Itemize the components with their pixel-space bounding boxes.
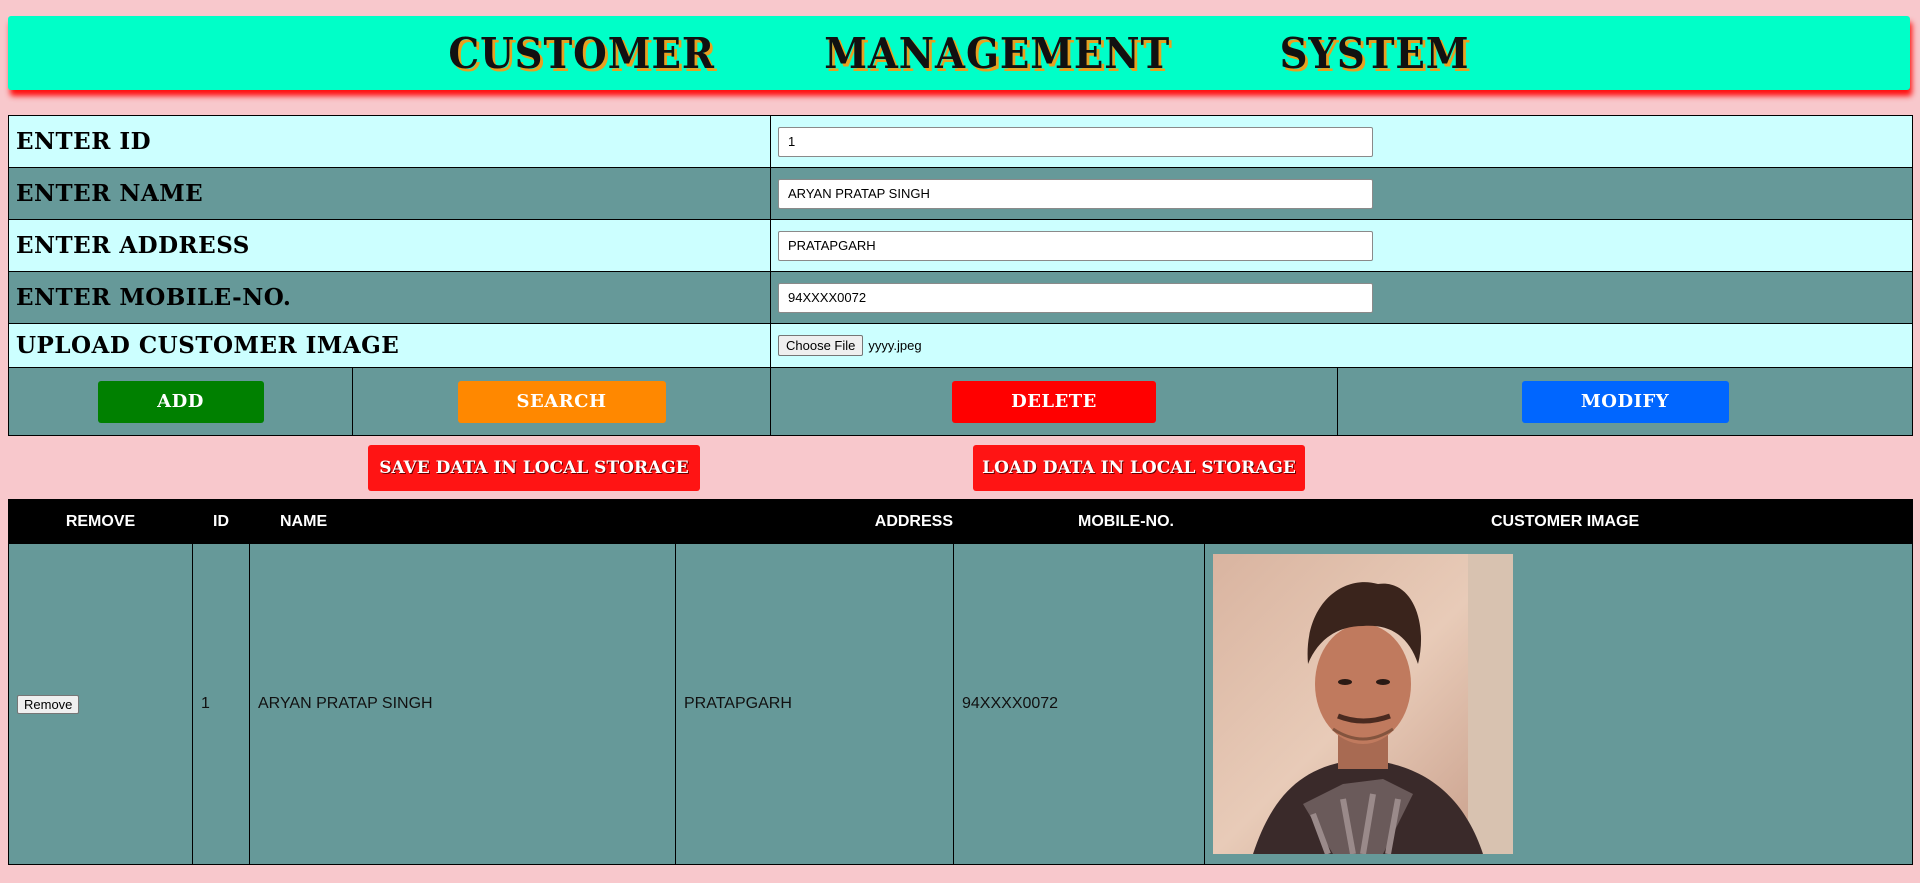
column-header-customer-image: CUSTOMER IMAGE	[1204, 499, 1913, 544]
column-header-name: NAME	[249, 499, 676, 544]
remove-cell: Remove	[8, 543, 193, 865]
address-cell: PRATAPGARH	[675, 543, 954, 865]
column-header-remove: REMOVE	[8, 499, 193, 544]
name-cell: ARYAN PRATAP SINGH	[249, 543, 676, 865]
id-cell: 1	[192, 543, 250, 865]
search-button[interactable]: SEARCH	[457, 380, 666, 423]
save-local-storage-button[interactable]: SAVE DATA IN LOCAL STORAGE	[368, 445, 700, 491]
app-header: CUSTOMER MANAGEMENT SYSTEM	[8, 16, 1910, 90]
customer-form: ENTER ID ENTER NAME ENTER ADDRESS ENTER …	[8, 115, 1913, 436]
image-upload-label: UPLOAD CUSTOMER IMAGE	[16, 332, 400, 359]
customer-photo	[1213, 554, 1513, 854]
remove-button[interactable]: Remove	[17, 694, 80, 714]
add-button[interactable]: ADD	[97, 380, 264, 423]
customer-image-cell	[1204, 543, 1913, 865]
delete-button[interactable]: DELETE	[952, 380, 1156, 423]
column-header-id: ID	[192, 499, 250, 544]
table-header-row: REMOVE ID NAME ADDRESS MOBILE-NO. CUSTOM…	[8, 499, 1913, 544]
address-label: ENTER ADDRESS	[16, 232, 250, 259]
mobile-input[interactable]	[778, 282, 1373, 313]
id-label: ENTER ID	[16, 128, 152, 155]
image-file-input[interactable]: Choose File yyyy.jpeg	[778, 335, 1905, 356]
mobile-label: ENTER MOBILE-NO.	[16, 284, 292, 311]
customer-table: REMOVE ID NAME ADDRESS MOBILE-NO. CUSTOM…	[8, 499, 1913, 865]
choose-file-button[interactable]: Choose File	[778, 335, 864, 356]
name-label: ENTER NAME	[16, 180, 204, 207]
address-input[interactable]	[778, 230, 1373, 261]
file-name: yyyy.jpeg	[868, 338, 922, 353]
page-title: CUSTOMER MANAGEMENT SYSTEM	[448, 28, 1470, 78]
name-input[interactable]	[778, 178, 1373, 209]
load-local-storage-button[interactable]: LOAD DATA IN LOCAL STORAGE	[973, 445, 1305, 491]
modify-button[interactable]: MODIFY	[1521, 380, 1729, 423]
table-row: Remove 1 ARYAN PRATAP SINGH PRATAPGARH 9…	[8, 543, 1913, 865]
column-header-address: ADDRESS	[675, 499, 954, 544]
column-header-mobile: MOBILE-NO.	[953, 499, 1205, 544]
id-input[interactable]	[778, 126, 1373, 157]
mobile-cell: 94XXXX0072	[953, 543, 1205, 865]
